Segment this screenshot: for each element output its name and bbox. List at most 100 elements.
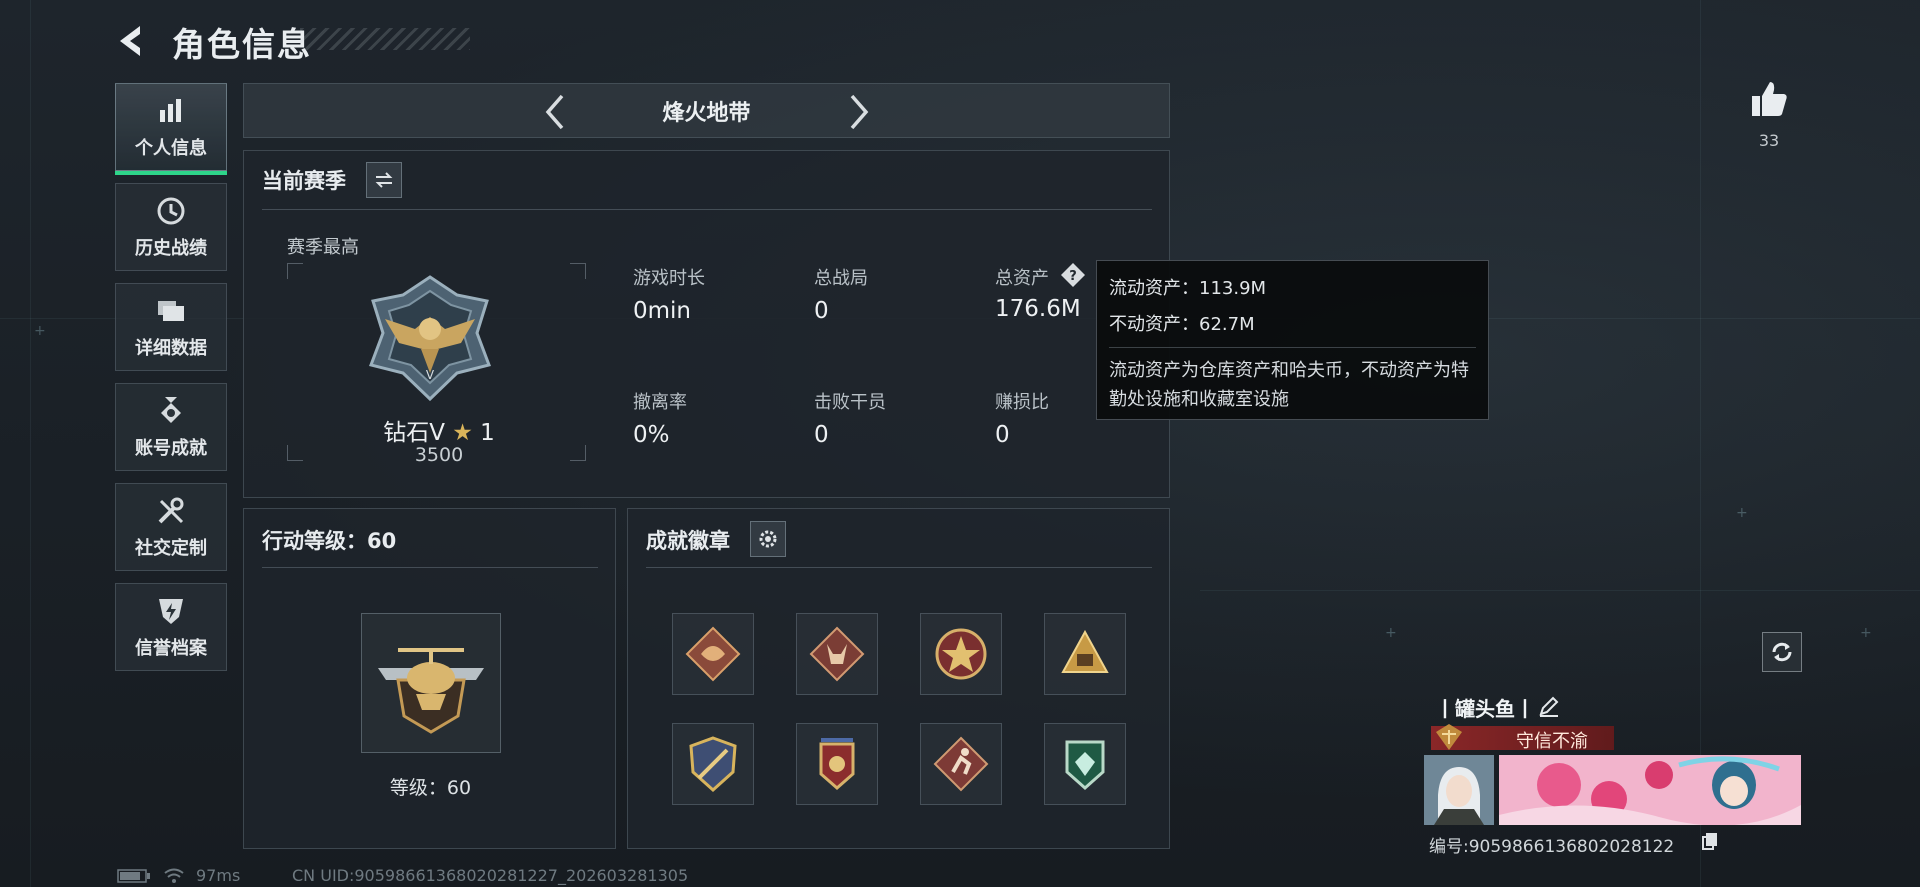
mode-prev-button[interactable] — [538, 92, 574, 132]
stat-label: 撤离率 — [633, 392, 687, 413]
grid-line — [30, 0, 31, 887]
like-button[interactable] — [1748, 78, 1790, 120]
card-illustration — [1499, 755, 1801, 825]
grid-plus: + — [1736, 505, 1748, 521]
fixed-assets: 不动资产：62.7M — [1109, 314, 1255, 335]
green-gem-badge-icon — [1065, 740, 1105, 791]
sidebar-item-label: 信誉档案 — [135, 638, 207, 659]
page-title: 角色信息 — [172, 25, 312, 64]
assets-description: 流动资产为仓库资产和哈夫币，不动资产为特勤处设施和收藏室设施 — [1109, 360, 1469, 410]
stat-label: 游戏时长 — [633, 268, 705, 289]
thumbs-up-icon — [1752, 82, 1787, 116]
season-panel: 当前赛季 赛季最高 V 钻石V ★ 1 3500 游戏时长 0min 总战局 0… — [243, 150, 1170, 498]
tools-icon — [154, 494, 188, 528]
player-card-art[interactable] — [1499, 755, 1801, 825]
chevron-left-icon — [545, 94, 564, 130]
help-icon: ? — [1061, 263, 1085, 287]
like-count: 33 — [1758, 131, 1780, 150]
folder-icon — [154, 294, 188, 328]
rank-stars: 1 — [480, 420, 495, 446]
copy-id-button[interactable] — [1700, 831, 1720, 851]
rank-name-row: 钻石V ★ 1 — [364, 413, 514, 447]
season-switch-button[interactable] — [366, 162, 402, 198]
level-caption: 等级：60 — [389, 777, 472, 799]
sword-shield-badge-icon — [689, 736, 737, 793]
badge-slot[interactable] — [920, 723, 1002, 805]
sidebar-item-achievements[interactable]: 账号成就 — [115, 383, 227, 471]
back-arrow-icon — [120, 26, 140, 56]
scales-emblem-icon — [1434, 722, 1464, 752]
badge-slot[interactable] — [1044, 723, 1126, 805]
badge-slot[interactable] — [796, 723, 878, 805]
level-panel: 行动等级：60 等级：60 — [243, 508, 616, 849]
badge-slot[interactable] — [796, 613, 878, 695]
svg-text:V: V — [426, 368, 435, 382]
stars-crest-badge-icon — [819, 738, 855, 790]
stat-value: 0 — [814, 298, 829, 324]
badge-settings-button[interactable] — [750, 521, 786, 557]
sidebar-item-label: 详细数据 — [135, 338, 207, 359]
player-name: 丨罐头鱼丨 — [1435, 697, 1535, 721]
rank-name: 钻石V — [383, 420, 445, 446]
badges-panel: 成就徽章 — [627, 508, 1170, 849]
badge-slot[interactable] — [920, 613, 1002, 695]
liquid-assets: 流动资产：113.9M — [1109, 278, 1267, 299]
sidebar-item-label: 个人信息 — [135, 138, 207, 159]
badges-title: 成就徽章 — [646, 529, 730, 553]
sidebar-item-label: 社交定制 — [135, 538, 207, 559]
grid-line — [1700, 0, 1701, 887]
battery-icon — [117, 868, 151, 887]
level-title: 行动等级：60 — [262, 529, 397, 553]
medal-icon — [154, 394, 188, 428]
stat-value: 176.6M — [995, 296, 1081, 322]
wifi-icon — [163, 868, 185, 887]
sidebar-item-label: 历史战绩 — [135, 238, 207, 259]
level-emblem — [361, 613, 501, 753]
season-best-label: 赛季最高 — [287, 237, 359, 258]
helicopter-emblem-icon — [378, 648, 484, 734]
sidebar-item-social-custom[interactable]: 社交定制 — [115, 483, 227, 571]
title-decoration — [300, 28, 470, 50]
frame-corner — [570, 263, 586, 279]
shield-bolt-icon — [154, 594, 188, 628]
wolf-badge-icon — [809, 626, 865, 682]
mode-next-button[interactable] — [840, 92, 876, 132]
runner-badge-icon — [933, 736, 989, 792]
grid-plus: + — [1385, 625, 1397, 641]
refresh-button[interactable] — [1762, 632, 1802, 672]
edit-name-button[interactable] — [1537, 694, 1561, 718]
stat-label: 击败干员 — [814, 392, 886, 413]
divider — [262, 567, 598, 568]
help-button[interactable]: ? — [1059, 261, 1087, 289]
mode-selector: 烽火地带 — [243, 83, 1170, 138]
badge-slot[interactable] — [1044, 613, 1126, 695]
copy-icon — [1702, 833, 1717, 850]
grid-line — [1200, 590, 1920, 591]
stat-value: 0 — [995, 422, 1010, 448]
sidebar-item-detailed-data[interactable]: 详细数据 — [115, 283, 227, 371]
rank-score: 3500 — [414, 444, 464, 466]
sidebar-item-reputation[interactable]: 信誉档案 — [115, 583, 227, 671]
badge-slot[interactable] — [672, 723, 754, 805]
refresh-icon — [1772, 642, 1792, 662]
badge-slot[interactable] — [672, 613, 754, 695]
divider — [1109, 347, 1476, 348]
divider — [646, 567, 1152, 568]
pencil-icon — [1539, 696, 1559, 717]
player-id: 编号:9059866136802028122 — [1429, 837, 1675, 857]
tent-badge-icon — [1061, 629, 1109, 673]
chevron-right-icon — [850, 94, 869, 130]
star-icon: ★ — [452, 420, 473, 446]
grid-plus: + — [1860, 625, 1872, 641]
stat-value: 0 — [814, 422, 829, 448]
sidebar-item-history[interactable]: 历史战绩 — [115, 183, 227, 271]
avatar[interactable] — [1424, 755, 1494, 825]
diamond-rank-emblem: V — [365, 273, 495, 403]
gear-icon — [759, 530, 777, 548]
back-button[interactable] — [112, 20, 154, 62]
season-title: 当前赛季 — [262, 169, 346, 193]
grid-plus: + — [34, 323, 46, 339]
stat-value: 0% — [633, 422, 670, 448]
stat-value: 0min — [633, 298, 692, 324]
sidebar-item-personal-info[interactable]: 个人信息 — [115, 83, 227, 175]
